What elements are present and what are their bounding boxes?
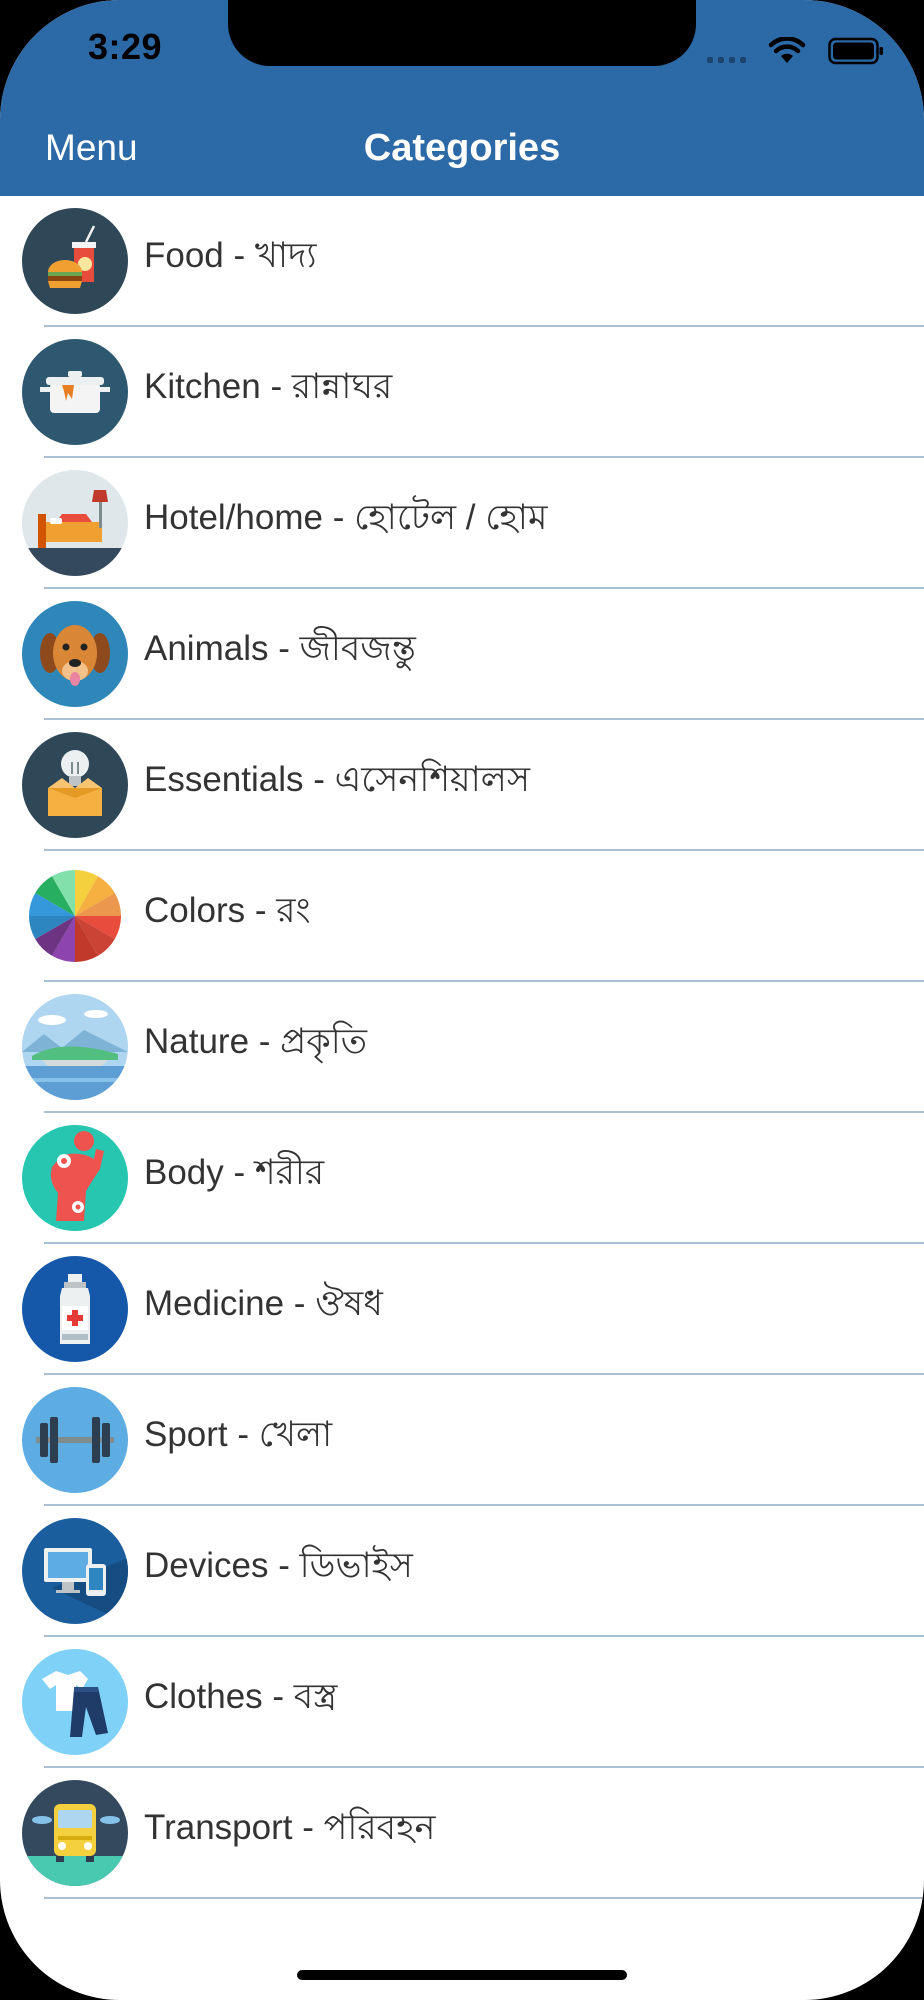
- animals-icon: [22, 601, 128, 707]
- category-row-devices[interactable]: Devices - ডিভাইস: [0, 1506, 924, 1637]
- category-row-body[interactable]: Body - শরীর: [0, 1113, 924, 1244]
- home-indicator[interactable]: [297, 1970, 627, 1980]
- category-label: Kitchen - রান্নাঘর: [144, 367, 393, 406]
- status-icons: [707, 34, 884, 68]
- wifi-icon: [768, 37, 806, 65]
- sport-icon: [22, 1387, 128, 1493]
- essentials-icon: [22, 732, 128, 838]
- body-icon: [22, 1125, 128, 1231]
- transport-icon: [22, 1780, 128, 1886]
- category-label: Animals - জীবজন্তু: [144, 629, 416, 668]
- battery-icon: [828, 37, 884, 65]
- category-label: Colors - রং: [144, 891, 311, 930]
- category-row-kitchen[interactable]: Kitchen - রান্নাঘর: [0, 327, 924, 458]
- category-row-sport[interactable]: Sport - খেলা: [0, 1375, 924, 1506]
- category-label: Clothes - বস্ত্র: [144, 1677, 338, 1716]
- category-row-animals[interactable]: Animals - জীবজন্তু: [0, 589, 924, 720]
- hotel-home-icon: [22, 470, 128, 576]
- menu-button[interactable]: Menu: [45, 124, 138, 172]
- category-label: Nature - প্রকৃতি: [144, 1022, 368, 1061]
- category-list: Food - খাদ্য Kitchen - রান্নাঘর Hotel/ho…: [0, 196, 924, 1899]
- app-screen: 3:29 Menu Categories Food - খাদ্য Kitche…: [0, 0, 924, 2000]
- category-label: Medicine - ঔষধ: [144, 1284, 383, 1323]
- colors-icon: [22, 863, 128, 969]
- food-icon: [22, 208, 128, 314]
- category-row-medicine[interactable]: Medicine - ঔষধ: [0, 1244, 924, 1375]
- category-row-essentials[interactable]: Essentials - এসেনশিয়ালস: [0, 720, 924, 851]
- category-row-nature[interactable]: Nature - প্রকৃতি: [0, 982, 924, 1113]
- category-label: Sport - খেলা: [144, 1415, 333, 1454]
- kitchen-icon: [22, 339, 128, 445]
- category-label: Transport - পরিবহন: [144, 1808, 436, 1847]
- category-row-clothes[interactable]: Clothes - বস্ত্র: [0, 1637, 924, 1768]
- category-label: Essentials - এসেনশিয়ালস: [144, 760, 531, 799]
- category-row-transport[interactable]: Transport - পরিবহন: [0, 1768, 924, 1899]
- cellular-signal-icon: [707, 39, 746, 63]
- category-label: Devices - ডিভাইস: [144, 1546, 413, 1585]
- category-label: Hotel/home - হোটেল / হোম: [144, 498, 548, 537]
- category-label: Body - শরীর: [144, 1153, 325, 1192]
- device-notch: [228, 0, 696, 66]
- category-row-colors[interactable]: Colors - রং: [0, 851, 924, 982]
- devices-icon: [22, 1518, 128, 1624]
- row-divider: [44, 1897, 924, 1899]
- nature-icon: [22, 994, 128, 1100]
- clothes-icon: [22, 1649, 128, 1755]
- status-time: 3:29: [88, 26, 163, 67]
- medicine-icon: [22, 1256, 128, 1362]
- category-row-food[interactable]: Food - খাদ্য: [0, 196, 924, 327]
- category-label: Food - খাদ্য: [144, 236, 317, 275]
- category-row-hotel-home[interactable]: Hotel/home - হোটেল / হোম: [0, 458, 924, 589]
